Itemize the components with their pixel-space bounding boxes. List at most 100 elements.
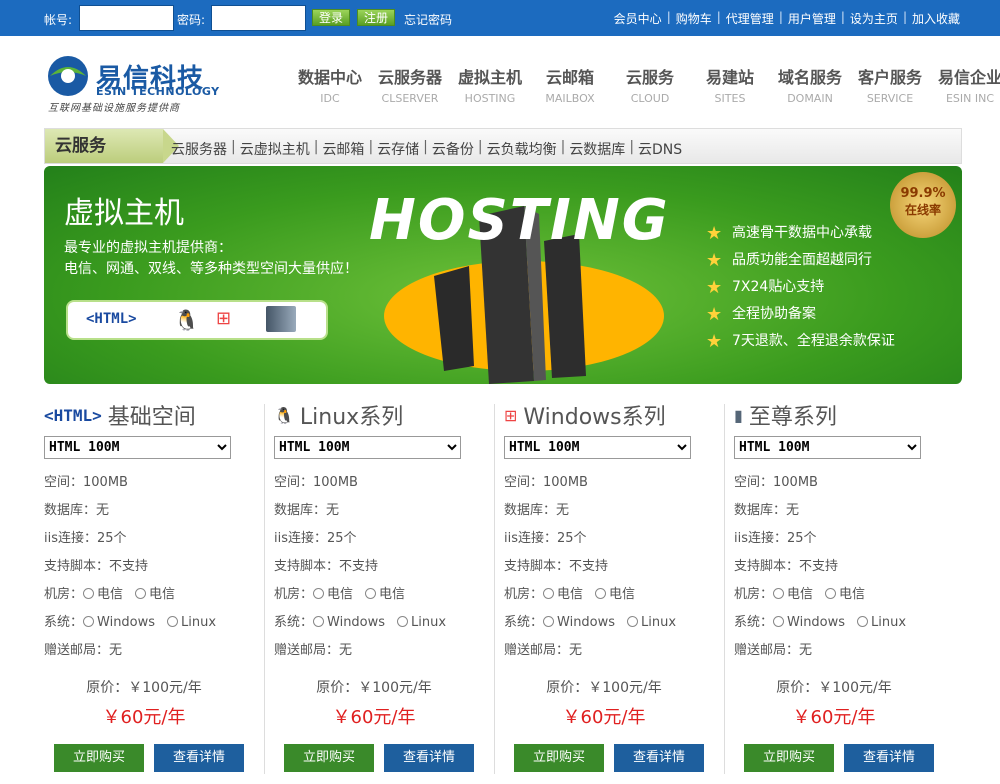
server-icon: ▮ [734,405,743,425]
nav-item-cloud-server[interactable]: 云服务器 CLSERVER [370,64,450,105]
room-radio[interactable]: 电信 [773,587,813,602]
spec-mail: 赠送邮局：无 [734,643,813,658]
sale-price: ￥60元/年 [792,707,876,728]
spec-mail: 赠送邮局：无 [44,643,123,658]
banner-os-list: <HTML> 🐧 ⊞ [66,300,328,340]
original-price: 原价：￥100元/年 [86,680,202,696]
plan-select[interactable]: HTML 100M [274,436,461,459]
top-bar: 帐号: 密码: 登录 注册 忘记密码 会员中心 | 购物车 | 代理管理 | 用户管理… [0,0,1000,36]
system-radio-windows[interactable]: Windows [773,615,845,630]
nav-item-domain[interactable]: 域名服务 DOMAIN [770,64,850,105]
system-radio-linux[interactable]: Linux [857,615,906,630]
banner-title: 虚拟主机 [64,196,184,231]
star-icon: ★ [706,330,723,352]
register-button[interactable]: 注册 [357,9,395,26]
room-radio[interactable]: 电信 [313,587,353,602]
system-radio-linux[interactable]: Linux [397,615,446,630]
feature-item: ★ 7X24贴心支持 [706,276,825,298]
subnav-link-cloud-lb[interactable]: 云负载均衡 [487,139,557,159]
nav-item-esin-inc[interactable]: 易信企业 ESIN INC [930,64,1000,105]
spec-room: 机房： 电信 电信 [274,587,406,602]
spec-space: 空间：100MB [274,475,358,490]
top-link-user-admin[interactable]: 用户管理 [788,10,836,27]
column-divider [494,404,495,774]
hosting-banner[interactable]: 虚拟主机 最专业的虚拟主机提供商： 电信、网通、双线、等多种类型空间大量供应！ … [44,166,962,384]
nav-item-sites[interactable]: 易建站 SITES [690,64,770,105]
spec-db: 数据库：无 [274,503,340,518]
spec-space: 空间：100MB [44,475,128,490]
feature-item: ★ 高速骨干数据中心承载 [706,222,872,244]
plan-select[interactable]: HTML 100M [734,436,921,459]
buy-now-button[interactable]: 立即购买 [54,744,144,772]
room-radio[interactable]: 电信 [365,587,405,602]
subnav-link-cloud-server[interactable]: 云服务器 [171,139,227,159]
spec-room: 机房： 电信 电信 [734,587,866,602]
product-basic: <HTML> 基础空间 HTML 100M 空间：100MB 数据库：无 iis… [44,400,244,772]
nav-item-cloud[interactable]: 云服务 CLOUD [610,64,690,105]
sale-price: ￥60元/年 [332,707,416,728]
room-radio[interactable]: 电信 [543,587,583,602]
top-link-favorite[interactable]: 加入收藏 [912,10,960,27]
view-details-button[interactable]: 查看详情 [614,744,704,772]
subnav-link-cloud-backup[interactable]: 云备份 [432,139,474,159]
spec-system: 系统： Windows Linux [274,615,447,630]
room-radio[interactable]: 电信 [135,587,175,602]
buy-now-button[interactable]: 立即购买 [284,744,374,772]
nav-item-hosting[interactable]: 虚拟主机 HOSTING [450,64,530,105]
account-input[interactable] [79,5,174,31]
system-radio-windows[interactable]: Windows [543,615,615,630]
original-price: 原价：￥100元/年 [776,680,892,696]
forgot-password-link[interactable]: 忘记密码 [404,11,452,28]
logo-swirl-icon [48,56,88,96]
nav-item-idc[interactable]: 数据中心 IDC [290,64,370,105]
spec-script: 支持脚本：不支持 [504,559,609,574]
feature-item: ★ 全程协助备案 [706,303,816,325]
view-details-button[interactable]: 查看详情 [844,744,934,772]
main-nav: 数据中心 IDC 云服务器 CLSERVER 虚拟主机 HOSTING 云邮箱 MAIL… [290,64,1000,105]
spec-script: 支持脚本：不支持 [44,559,149,574]
subnav-link-cloud-vhost[interactable]: 云虚拟主机 [240,139,310,159]
password-input[interactable] [211,5,306,31]
buy-now-button[interactable]: 立即购买 [744,744,834,772]
product-premium: ▮ 至尊系列 HTML 100M 空间：100MB 数据库：无 iis连接：25… [734,400,934,772]
view-details-button[interactable]: 查看详情 [384,744,474,772]
login-button[interactable]: 登录 [312,9,350,26]
product-linux: 🐧 Linux系列 HTML 100M 空间：100MB 数据库：无 iis连接… [274,400,474,772]
top-link-cart[interactable]: 购物车 [676,10,712,27]
nav-item-service[interactable]: 客户服务 SERVICE [850,64,930,105]
view-details-button[interactable]: 查看详情 [154,744,244,772]
site-logo[interactable]: 易信科技 ESIN TECHNOLOGY 互联网基础设施服务提供商 [44,52,244,114]
top-link-member-center[interactable]: 会员中心 [614,10,662,27]
logo-english: ESIN TECHNOLOGY [96,85,220,98]
subnav-link-cloud-dns[interactable]: 云DNS [638,139,682,159]
buy-now-button[interactable]: 立即购买 [514,744,604,772]
system-radio-linux[interactable]: Linux [167,615,216,630]
linux-penguin-icon: 🐧 [174,308,199,332]
system-radio-windows[interactable]: Windows [83,615,155,630]
subnav-link-cloud-mail[interactable]: 云邮箱 [322,139,364,159]
spec-system: 系统： Windows Linux [44,615,217,630]
top-link-set-home[interactable]: 设为主页 [850,10,898,27]
room-radio[interactable]: 电信 [825,587,865,602]
subnav-link-cloud-db[interactable]: 云数据库 [569,139,625,159]
plan-select[interactable]: HTML 100M [504,436,691,459]
nav-item-mailbox[interactable]: 云邮箱 MAILBOX [530,64,610,105]
subnav-link-cloud-storage[interactable]: 云存储 [377,139,419,159]
logo-slogan: 互联网基础设施服务提供商 [48,103,180,114]
uptime-badge: 99.9% 在线率 [890,172,956,238]
plan-select[interactable]: HTML 100M [44,436,231,459]
product-windows: ⊞ Windows系列 HTML 100M 空间：100MB 数据库：无 iis… [504,400,704,772]
subnav-title: 云服务 [45,129,179,163]
top-link-agent[interactable]: 代理管理 [726,10,774,27]
room-radio[interactable]: 电信 [595,587,635,602]
room-radio[interactable]: 电信 [83,587,123,602]
system-radio-linux[interactable]: Linux [627,615,676,630]
server-icon [266,306,296,332]
system-radio-windows[interactable]: Windows [313,615,385,630]
spec-iis: iis连接：25个 [44,531,127,546]
spec-iis: iis连接：25个 [734,531,817,546]
banner-features: ★ 高速骨干数据中心承载 ★ 品质功能全面超越同行 ★ 7X24贴心支持 ★ 全程协助备… [706,220,895,355]
star-icon: ★ [706,249,723,271]
account-label: 帐号: [44,13,73,27]
column-divider [264,404,265,774]
